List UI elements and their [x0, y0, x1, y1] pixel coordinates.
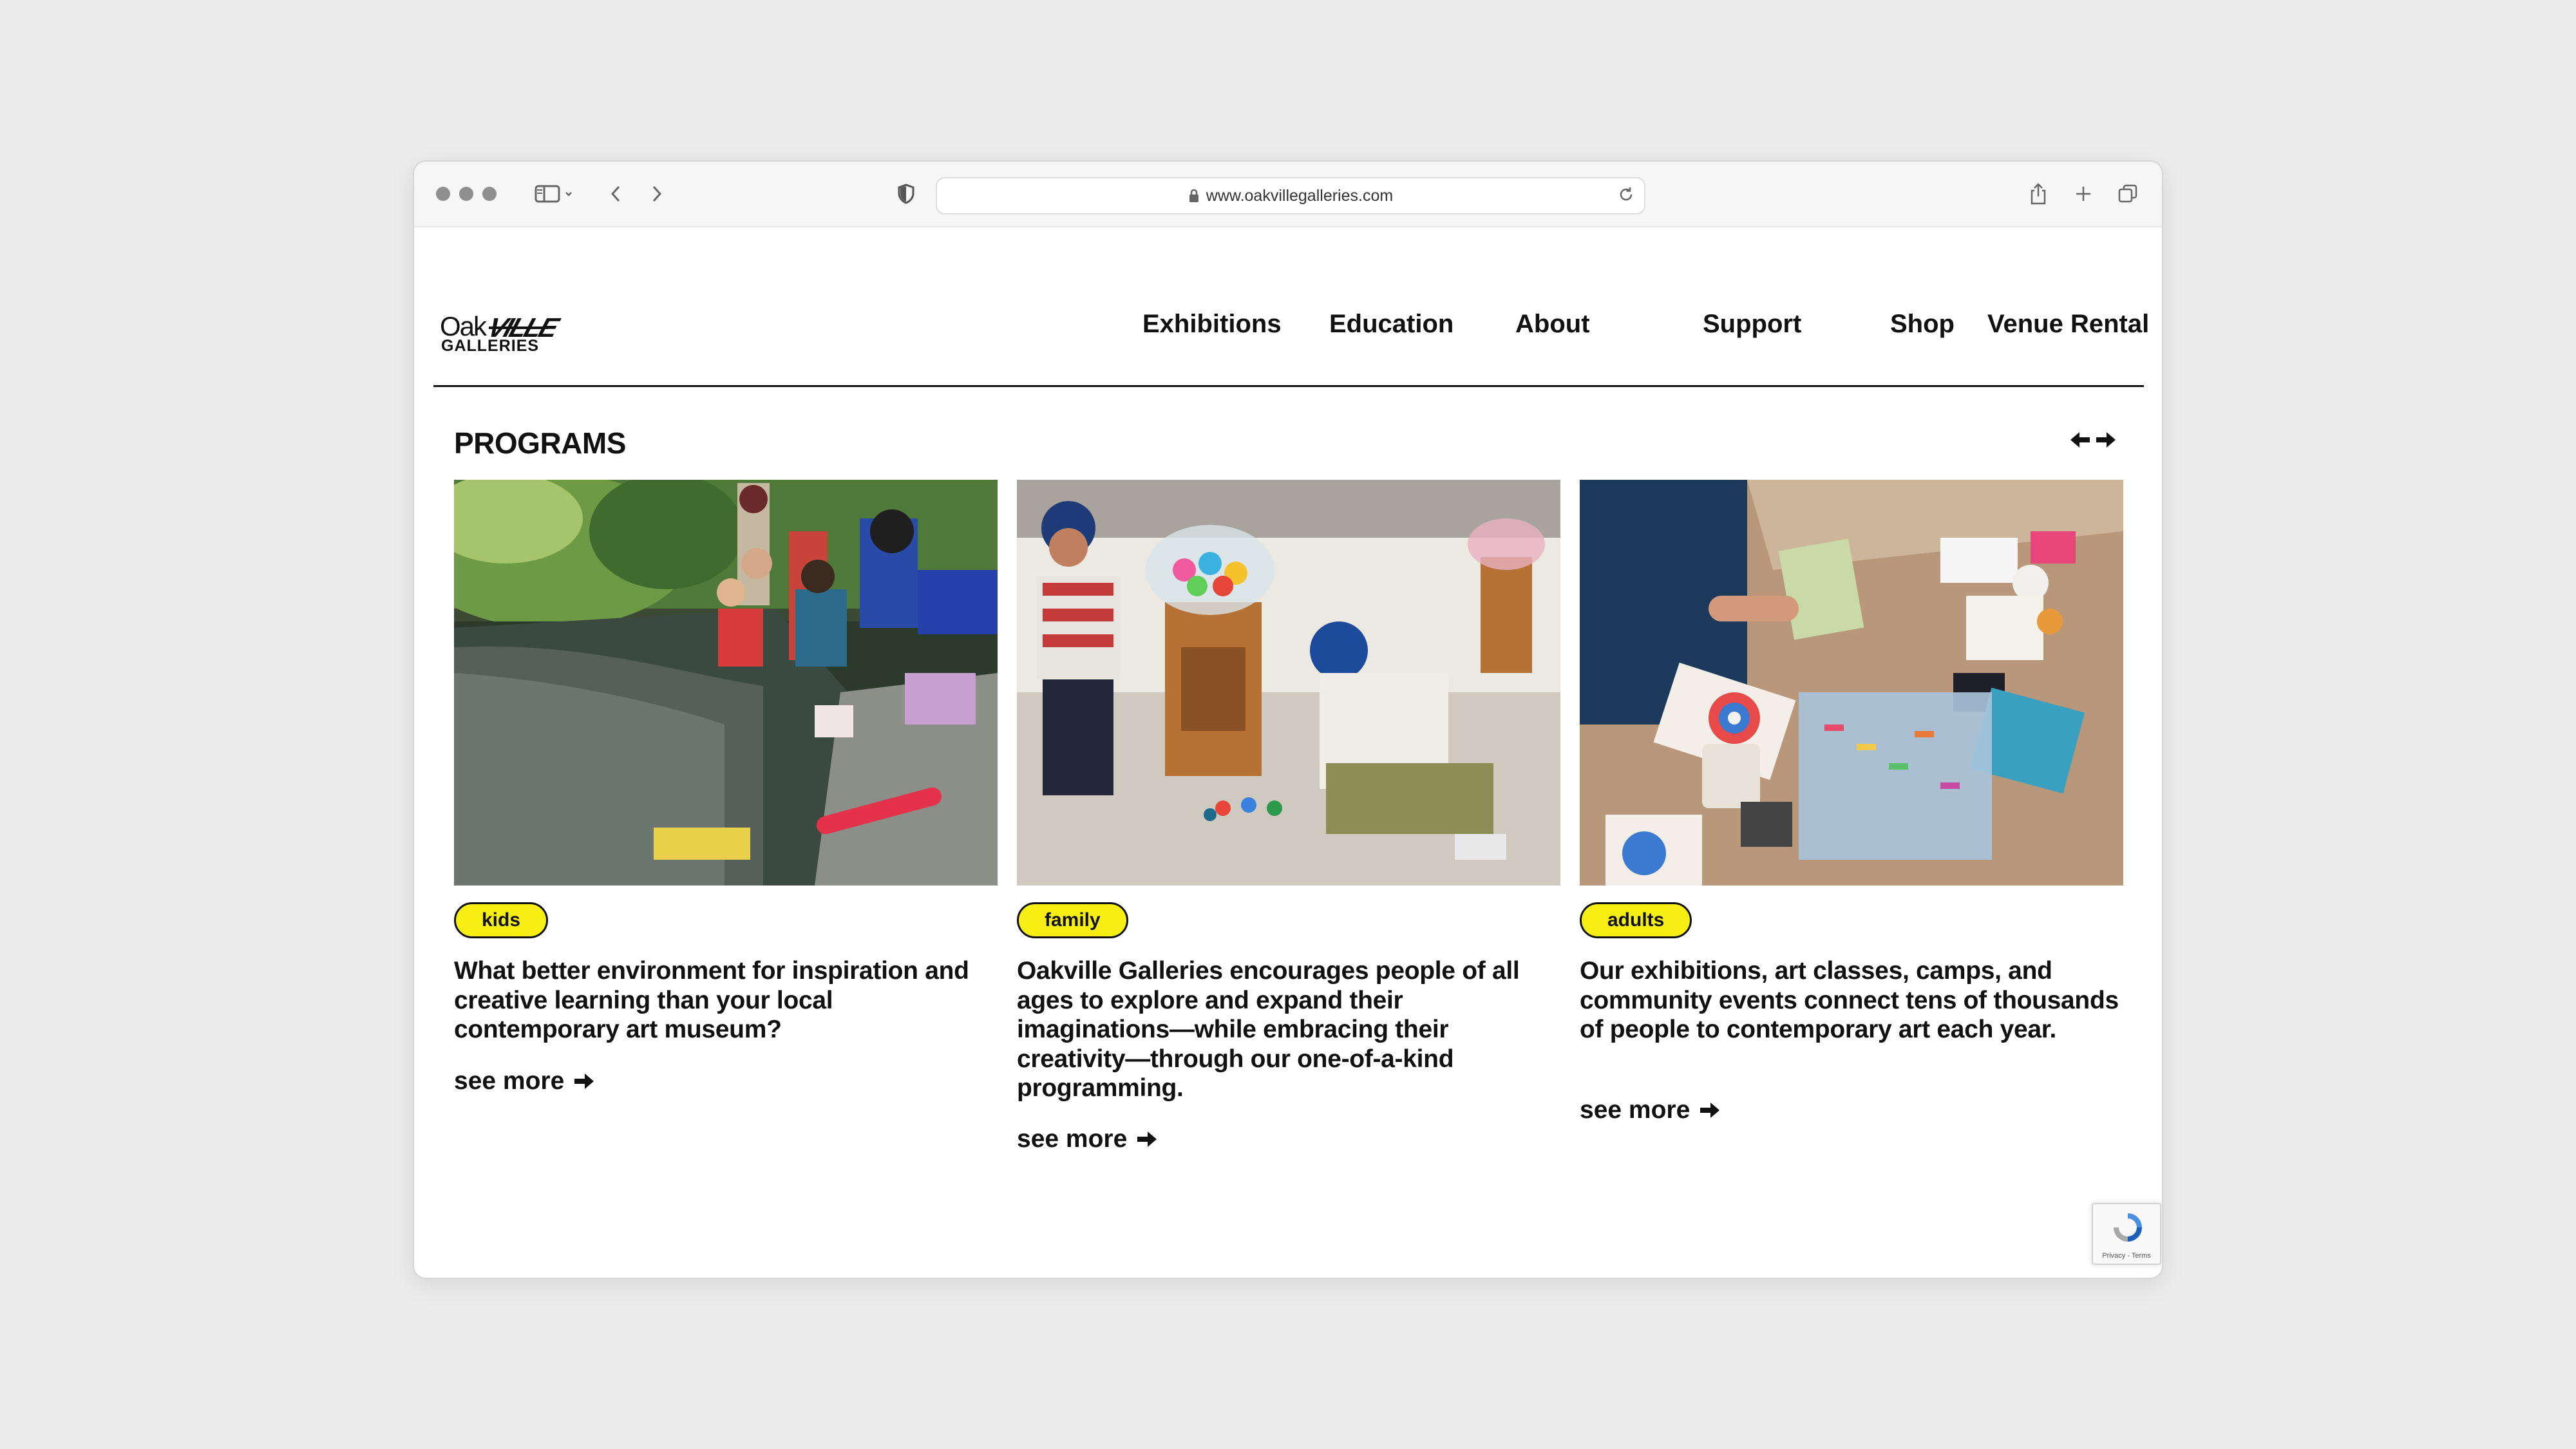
minimize-window-button[interactable] — [459, 187, 473, 201]
close-window-button[interactable] — [436, 187, 450, 201]
back-button[interactable] — [606, 178, 625, 209]
carousel-controls — [2069, 431, 2117, 449]
arrow-right-icon[interactable] — [2095, 431, 2117, 449]
sidebar-toggle-button[interactable] — [532, 178, 577, 209]
arrow-right-icon — [1700, 1103, 1720, 1118]
nav-about[interactable]: About — [1515, 310, 1590, 339]
logo-strike — [489, 327, 548, 329]
nav-exhibitions[interactable]: Exhibitions — [1142, 310, 1282, 339]
new-tab-button[interactable] — [2070, 178, 2096, 209]
program-description: Oakville Galleries encourages people of … — [1017, 957, 1520, 1102]
program-card-adults: adults Our exhibitions, art classes, cam… — [1580, 480, 2123, 1124]
chevron-left-icon — [611, 185, 620, 202]
program-image-family[interactable] — [1017, 480, 1560, 886]
plus-icon — [2076, 187, 2090, 201]
site-logo[interactable]: Oak VILLE GALLERIES — [440, 311, 561, 356]
nav-support[interactable]: Support — [1703, 310, 1801, 339]
see-more-link-family[interactable]: see more — [1017, 1125, 1158, 1153]
program-image-kids[interactable] — [454, 480, 998, 886]
nav-education[interactable]: Education — [1329, 310, 1454, 339]
program-card-kids: kids What better environment for inspira… — [454, 480, 998, 1095]
see-more-label: see more — [1580, 1096, 1690, 1124]
program-card-family: family Oakville Galleries encourages peo… — [1017, 480, 1560, 1153]
privacy-report-button[interactable] — [893, 178, 919, 209]
program-image-adults[interactable] — [1580, 480, 2123, 886]
see-more-label: see more — [454, 1067, 565, 1095]
address-bar[interactable]: www.oakvillegalleries.com — [936, 177, 1645, 214]
zoom-window-button[interactable] — [482, 187, 497, 201]
sidebar-icon — [535, 185, 572, 203]
see-more-label: see more — [1017, 1125, 1128, 1153]
logo-galleries: GALLERIES — [441, 337, 540, 355]
lock-icon — [1188, 188, 1200, 204]
tag-family[interactable]: family — [1017, 902, 1128, 938]
shield-icon — [898, 184, 914, 204]
forward-button[interactable] — [647, 178, 667, 209]
tabs-icon — [2118, 184, 2137, 203]
see-more-link-kids[interactable]: see more — [454, 1067, 595, 1095]
browser-toolbar: www.oakvillegalleries.com — [414, 162, 2162, 227]
browser-window: www.oakvillegalleries.com Oak VILLE GALL… — [414, 162, 2162, 1278]
tag-adults[interactable]: adults — [1580, 902, 1692, 938]
program-description: What better environment for inspiration … — [454, 957, 969, 1043]
chevron-right-icon — [652, 185, 662, 202]
section-title: PROGRAMS — [454, 426, 626, 460]
share-button[interactable] — [2025, 178, 2051, 209]
header-divider — [433, 385, 2144, 387]
nav-shop[interactable]: Shop — [1890, 310, 1955, 339]
program-description: Our exhibitions, art classes, camps, and… — [1580, 957, 2119, 1043]
tab-overview-button[interactable] — [2115, 178, 2141, 209]
see-more-link-adults[interactable]: see more — [1580, 1096, 1721, 1124]
recaptcha-text[interactable]: Privacy - Terms — [2093, 1252, 2160, 1260]
url-text: www.oakvillegalleries.com — [1206, 186, 1394, 205]
arrow-right-icon — [1137, 1132, 1157, 1147]
recaptcha-badge[interactable]: Privacy - Terms — [2092, 1203, 2161, 1265]
tag-kids[interactable]: kids — [454, 902, 549, 938]
arrow-right-icon — [574, 1074, 594, 1089]
reload-icon[interactable] — [1617, 185, 1635, 204]
arrow-left-icon[interactable] — [2069, 431, 2091, 449]
nav-venue-rental[interactable]: Venue Rental — [1987, 310, 2149, 339]
share-icon — [2031, 183, 2046, 205]
recaptcha-icon — [2114, 1213, 2142, 1242]
